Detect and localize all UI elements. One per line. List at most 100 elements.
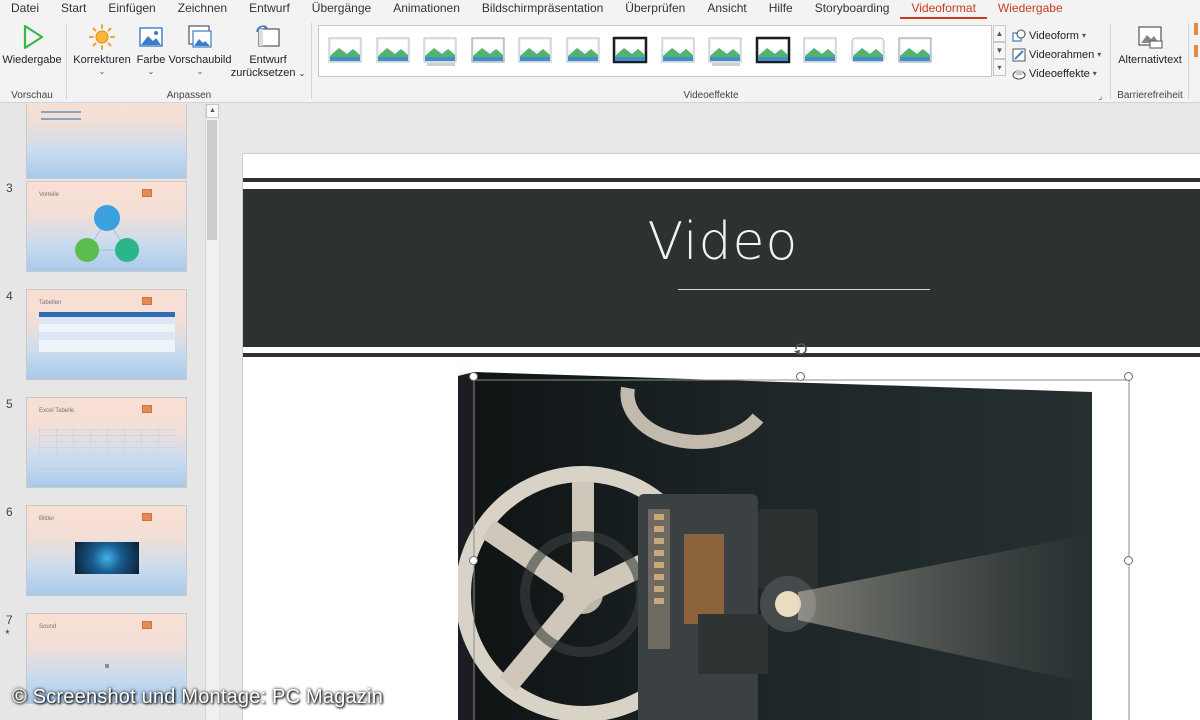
title-rule-bottom [243,353,1200,357]
video-effects-label: Videoeffekte [1029,67,1090,80]
group-anpassen: Korrekturen ⌄ Farbe ⌄ Vorschaubild ⌄ Ent… [68,19,310,103]
chevron-down-icon: ⌄ [147,67,155,76]
slide-thumbnail[interactable]: Vorteile [26,181,187,272]
video-style-thumbnail[interactable] [327,34,363,68]
menu-tab-10[interactable]: Hilfe [758,0,804,19]
video-border-button[interactable]: Videorahmen ▾ [1012,46,1101,63]
color-label: Farbe [136,54,166,66]
video-style-thumbnail[interactable] [565,34,601,68]
menu-tab-7[interactable]: Bildschirmpräsentation [471,0,614,19]
title-rule-top [243,178,1200,182]
resize-handle[interactable] [469,556,478,565]
video-style-thumbnail[interactable] [850,34,886,68]
thumbnail-title: Excel Tabelle [39,408,75,414]
slide-thumbnail[interactable]: Excel Tabelle [26,397,187,488]
menu-tab-6[interactable]: Animationen [382,0,471,19]
title-underline [678,289,930,290]
video-shape-label: Videoform [1029,29,1079,42]
poster-frame-icon [188,25,212,48]
video-style-thumbnail[interactable] [660,34,696,68]
video-style-icon [708,37,742,66]
group-label-barrierefreiheit: Barrierefreiheit [1117,90,1183,101]
video-style-thumbnail[interactable] [802,34,838,68]
menu-tab-3[interactable]: Zeichnen [167,0,238,19]
thumbnail-title: Sound [39,624,57,630]
alt-text-icon [1138,26,1163,49]
ribbon-overflow-icon [1194,45,1198,57]
chevron-down-icon: ▾ [1097,50,1102,59]
resize-handle[interactable] [796,372,805,381]
menu-tab-12[interactable]: Videoformat [900,0,987,19]
slide-animation-marker: * [5,627,10,641]
resize-handle[interactable] [1124,372,1133,381]
play-button[interactable]: Wiedergabe [2,23,62,67]
gallery-more-button[interactable]: ▾ [993,59,1006,76]
scroll-up-button[interactable]: ▲ [206,104,219,118]
picture-color-icon [139,27,163,47]
dialog-launcher-icon[interactable]: ⌟ [1098,91,1102,102]
menu-tab-8[interactable]: Überprüfen [614,0,696,19]
video-style-icon [423,37,457,66]
video-style-thumbnail[interactable] [897,34,933,68]
menu-tab-1[interactable]: Start [50,0,97,19]
slide-thumbnail[interactable]: Bilder [26,505,187,596]
menu-tab-2[interactable]: Einfügen [97,0,166,19]
ribbon-separator [1188,23,1189,99]
video-style-thumbnail[interactable] [422,34,458,68]
corrections-label: Korrekturen [73,54,131,66]
video-style-thumbnail[interactable] [707,34,743,68]
ribbon-separator [66,23,67,99]
resize-handle[interactable] [1124,556,1133,565]
video-effects-button[interactable]: Videoeffekte ▾ [1012,65,1097,82]
slide-title[interactable]: Video [243,212,1200,272]
group-label-videoeffekte: Videoeffekte [683,90,739,101]
video-style-thumbnail[interactable] [470,34,506,68]
reset-design-label-1: Entwurf [249,54,287,66]
slide-number: 5 [6,397,13,411]
ribbon-overflow-icon [1194,23,1198,35]
group-vorschau: Wiedergabe Vorschau [0,19,64,103]
menu-tab-4[interactable]: Entwurf [238,0,301,19]
poster-frame-button[interactable]: Vorschaubild ⌄ [168,23,232,77]
slide-thumbnail[interactable] [26,104,187,179]
rotate-handle-icon[interactable] [792,340,810,358]
color-button[interactable]: Farbe ⌄ [134,23,168,77]
video-style-icon [755,36,790,64]
video-object[interactable] [458,364,1138,720]
scroll-thumb[interactable] [207,120,217,240]
video-style-thumbnail[interactable] [612,34,648,68]
video-style-thumbnail[interactable] [375,34,411,68]
menu-tab-0[interactable]: Datei [0,0,50,19]
thumbnail-title: Tabellen [39,300,62,306]
video-border-label: Videorahmen [1029,48,1095,61]
slide-number: 4 [6,289,13,303]
menu-tab-13[interactable]: Wiedergabe [987,0,1074,19]
gallery-scroll-down-button[interactable]: ▼ [993,42,1006,59]
resize-handle[interactable] [469,372,478,381]
slide-number: 7 [6,613,13,627]
menu-tab-5[interactable]: Übergänge [301,0,382,19]
video-style-icon [612,36,648,64]
thumbnail-scrollbar[interactable]: ▲ [205,104,219,720]
slide-thumbnail[interactable]: Tabellen [26,289,187,380]
menu-bar: Datei Start Einfügen Zeichnen Entwurf Übergän… [0,0,1200,19]
slide-thumbnail-panel: 3 Vorteile 4 Tabellen 5 Excel Tabelle 6 Bilder 7… [0,104,220,720]
menu-tab-9[interactable]: Ansicht [696,0,757,19]
thumbnail-logo [142,405,152,413]
video-styles-gallery [318,25,992,77]
video-shape-button[interactable]: Videoform ▾ [1012,27,1086,44]
video-style-icon [376,37,409,63]
alt-text-button[interactable]: Alternativtext [1114,23,1186,67]
corrections-button[interactable]: Korrekturen ⌄ [72,23,132,77]
menu-tab-11[interactable]: Storyboarding [804,0,901,19]
reset-design-button[interactable]: Entwurf zurücksetzen ⌄ [228,23,308,80]
video-style-icon [471,37,504,63]
gallery-scroll: ▲ ▼ ▾ [993,25,1006,77]
video-style-thumbnail[interactable] [755,34,791,68]
gallery-scroll-up-button[interactable]: ▲ [993,25,1006,42]
thumbnail-title: Bilder [39,516,55,522]
slide: Video [242,153,1200,720]
sun-icon [89,24,115,50]
thumbnail-logo [142,513,152,521]
video-style-thumbnail[interactable] [517,34,553,68]
